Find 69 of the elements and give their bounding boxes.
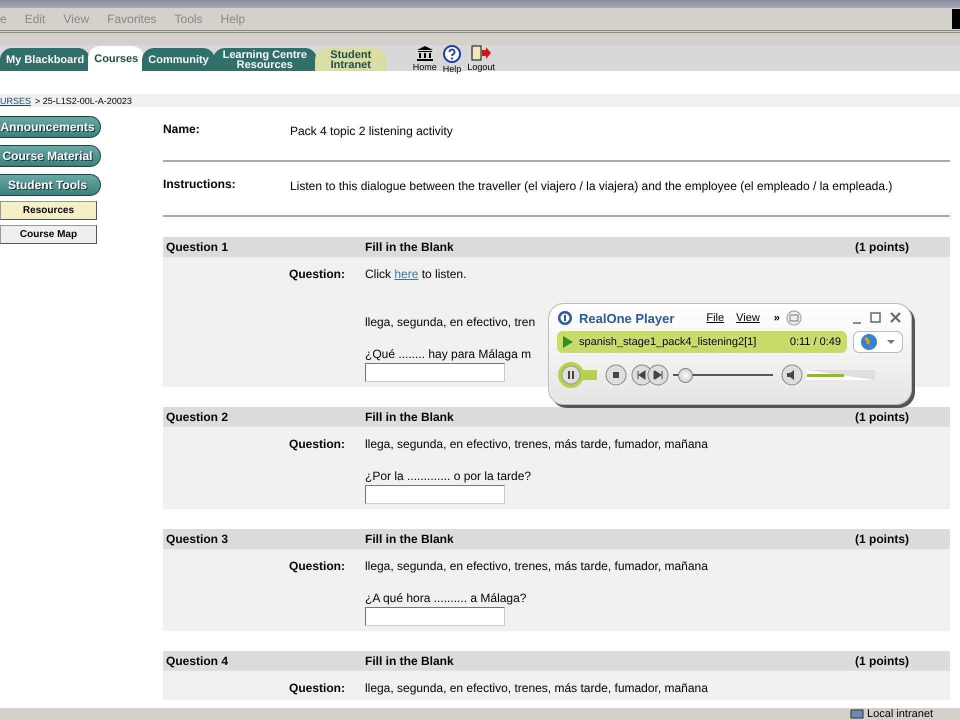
network-icon	[850, 709, 864, 719]
answer-field[interactable]	[365, 607, 505, 626]
track-name: spanish_stage1_pack4_listening2[1]	[579, 336, 758, 348]
skip-icon[interactable]	[631, 364, 669, 386]
door-icon	[470, 44, 492, 60]
field-label: Instructions:	[163, 177, 237, 193]
nav-tab[interactable]: Student Intranet	[314, 48, 387, 71]
question-label: Question:	[288, 681, 346, 695]
sidebar-button[interactable]: Announcements	[0, 116, 101, 138]
question-number: Question 2	[166, 410, 230, 424]
nav-tab[interactable]: My Blackboard	[0, 48, 90, 71]
listen-link[interactable]: here	[394, 267, 418, 281]
top-link[interactable]: Home	[412, 44, 437, 74]
top-link[interactable]: Help	[442, 44, 462, 74]
play-icon	[563, 336, 573, 348]
question-prompt: ¿Qué ........ hay para Málaga m	[365, 347, 532, 361]
volume-icon[interactable]	[781, 364, 803, 386]
question-type: Fill in the Blank	[365, 240, 455, 254]
breadcrumb-link[interactable]: URSES	[0, 96, 32, 106]
nav-tab[interactable]: Community	[142, 48, 215, 71]
field-value: Listen to this dialogue between the traveller (el viajero / la viajera) and the employee (el empleado / la empleada.)	[290, 178, 894, 195]
globe-icon	[860, 333, 896, 351]
player-logo-icon	[557, 310, 573, 326]
track-time: 0:11 / 0:49	[790, 336, 841, 348]
seek-thumb[interactable]	[678, 368, 693, 382]
question-label: Question:	[288, 437, 346, 453]
breadcrumb-text: > 25-L1S2-00L-A-20023	[35, 96, 132, 106]
window-controls-icon[interactable]	[851, 311, 903, 325]
sidebar-subitem[interactable]: Course Map	[0, 225, 97, 244]
question-prompt: ¿A qué hora .......... a Málaga?	[365, 591, 528, 605]
question-prompt: ¿Por la ............. o por la tarde?	[365, 469, 532, 483]
question-type: Fill in the Blank	[365, 532, 455, 546]
player-menu-item[interactable]: View	[736, 312, 760, 324]
more-menu[interactable]: »	[774, 312, 780, 324]
zone-text: Local intranet	[867, 708, 934, 720]
question-points: (1 points)	[855, 532, 910, 546]
word-list: llega, segunda, en efectivo, tren	[365, 315, 536, 329]
field-value: Pack 4 topic 2 listening activity	[290, 123, 454, 140]
help-icon	[443, 44, 462, 62]
question-label: Question:	[288, 267, 346, 283]
question-type: Fill in the Blank	[365, 410, 455, 424]
question-number: Question 1	[166, 240, 230, 254]
globe-dropdown[interactable]	[853, 331, 903, 353]
player-menu-item[interactable]: File	[706, 312, 724, 324]
sidebar-button[interactable]: Course Material	[0, 145, 101, 167]
word-list: llega, segunda, en efectivo, trenes, más tarde, fumador, mañana	[365, 559, 708, 573]
question-points: (1 points)	[855, 240, 910, 254]
volume-track[interactable]	[807, 370, 875, 380]
player-brand: RealOne Player	[579, 310, 674, 326]
word-list: llega, segunda, en efectivo, trenes, más tarde, fumador, mañana	[365, 437, 708, 451]
mail-icon[interactable]	[786, 310, 802, 326]
word-list: llega, segunda, en efectivo, trenes, más tarde, fumador, mañana	[365, 681, 708, 695]
top-link[interactable]: Logout	[467, 44, 495, 74]
question-number: Question 4	[166, 654, 230, 668]
question-label: Question:	[288, 559, 346, 575]
nav-tab[interactable]: Learning Centre Resources	[212, 48, 317, 71]
instruction-text: Click here to listen.	[365, 267, 468, 281]
sidebar-subitem[interactable]: Resources	[0, 201, 97, 220]
answer-field[interactable]	[365, 363, 505, 382]
nav-tab[interactable]: Courses	[88, 46, 144, 71]
question-points: (1 points)	[855, 410, 910, 424]
answer-field[interactable]	[365, 485, 505, 504]
field-label: Name:	[163, 122, 201, 138]
sidebar-button[interactable]: Student Tools	[0, 174, 101, 196]
building-icon	[414, 44, 435, 60]
stop-icon[interactable]	[605, 364, 627, 386]
question-type: Fill in the Blank	[365, 654, 455, 668]
question-number: Question 3	[166, 532, 230, 546]
question-points: (1 points)	[855, 654, 910, 668]
